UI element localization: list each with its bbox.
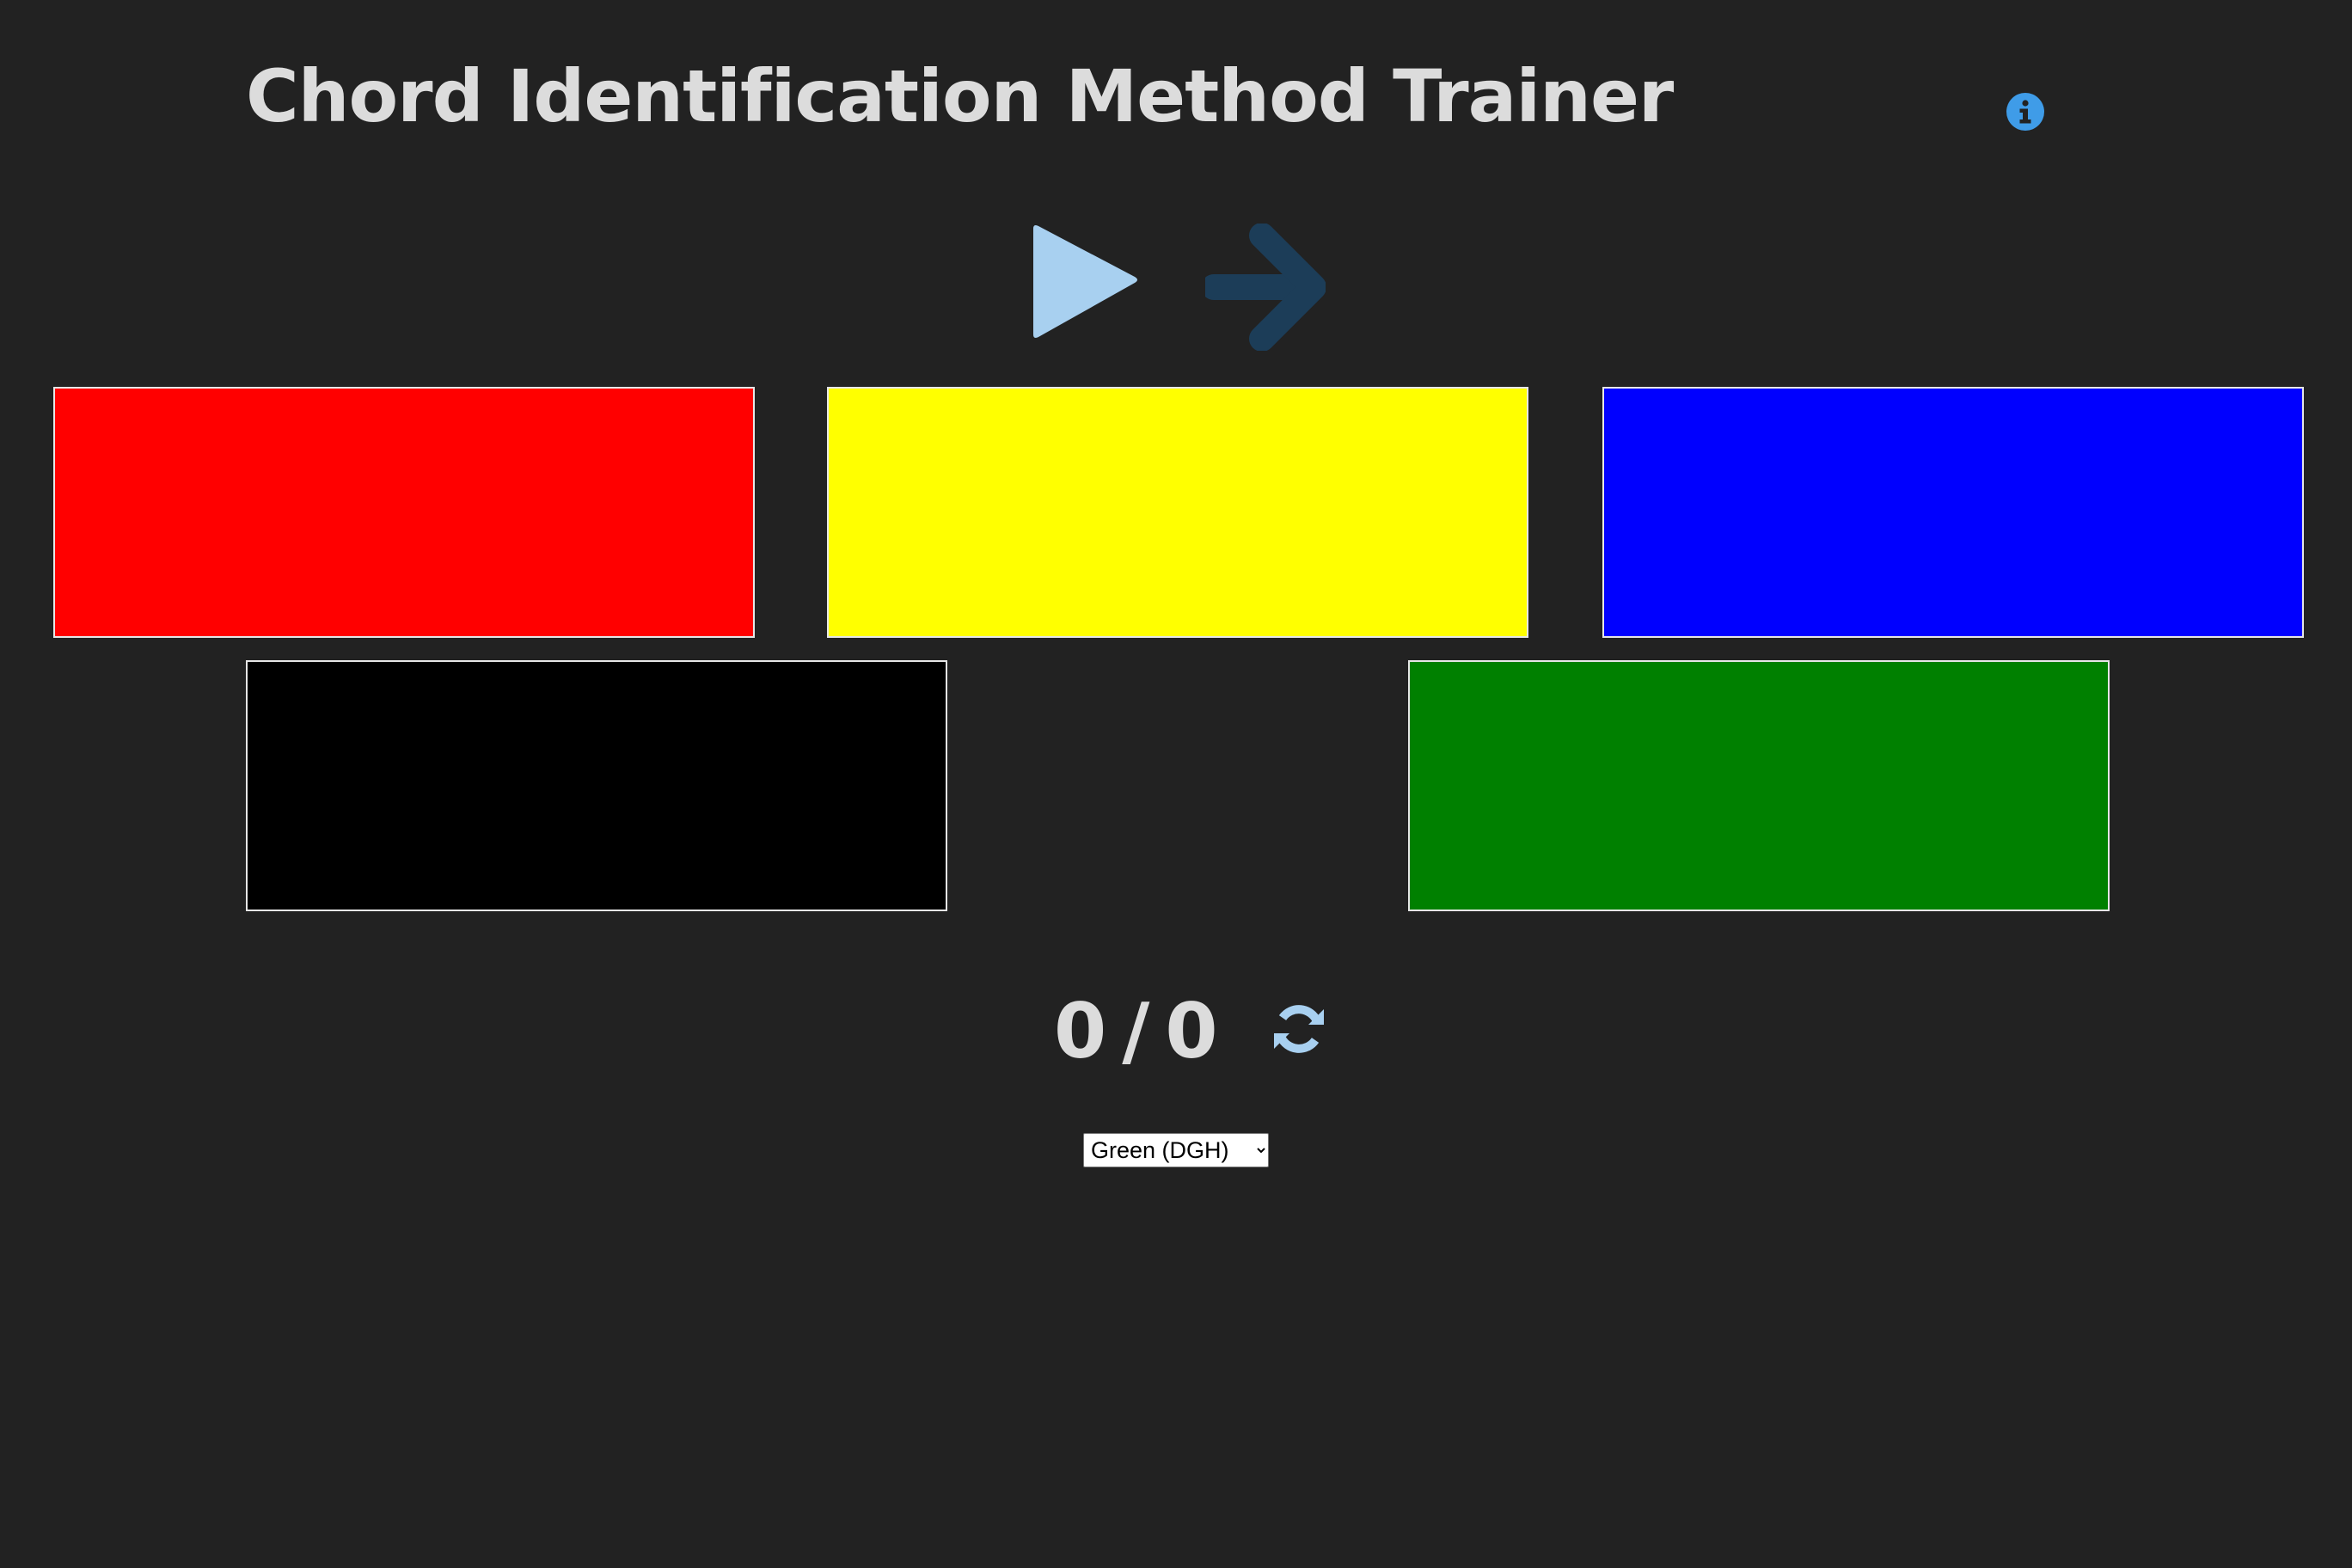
score-separator: /	[1122, 987, 1150, 1075]
refresh-icon	[1274, 1005, 1324, 1053]
reset-score-button[interactable]	[1271, 1001, 1327, 1057]
play-button[interactable]	[1028, 220, 1142, 344]
next-button[interactable]	[1201, 223, 1326, 352]
info-icon[interactable]	[2006, 93, 2044, 131]
color-button-green[interactable]	[1408, 660, 2110, 911]
play-icon	[1033, 225, 1137, 338]
color-button-black[interactable]	[246, 660, 947, 911]
color-button-blue[interactable]	[1602, 387, 2304, 638]
score-correct: 0	[1054, 987, 1107, 1075]
color-button-red[interactable]	[53, 387, 755, 638]
score-total: 0	[1165, 987, 1218, 1075]
arrow-right-icon	[1201, 223, 1326, 352]
page-title: Chord Identification Method Trainer	[246, 54, 1674, 138]
color-button-yellow[interactable]	[827, 387, 1528, 638]
score-display: 0/0	[1054, 994, 1218, 1069]
mode-select[interactable]: Green (DGH)	[1083, 1133, 1269, 1167]
